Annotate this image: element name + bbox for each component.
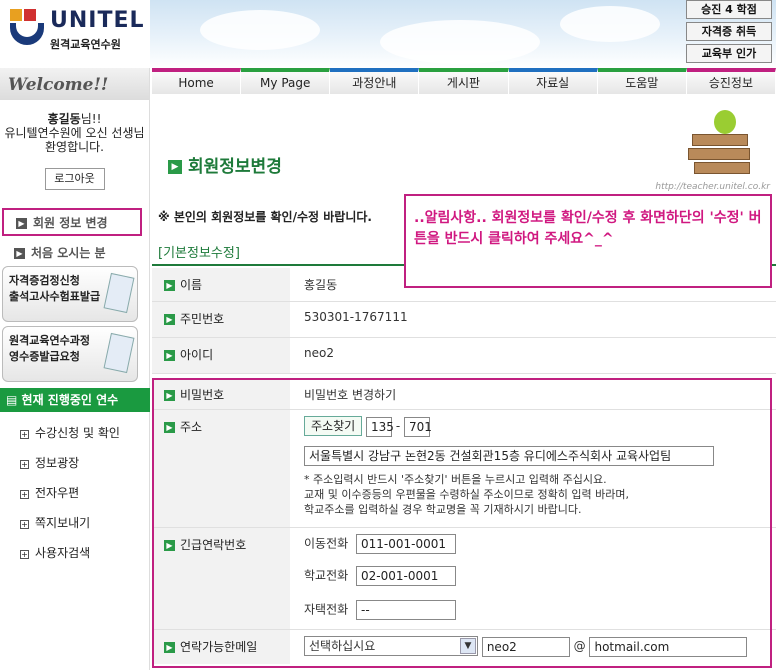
label-text: 이름 [180, 278, 203, 292]
course-label: 정보광장 [35, 456, 80, 470]
nav-help[interactable]: 도움말 [597, 68, 687, 94]
greeting: 홍길동님!! 유니텔연수원에 오신 선생님 환영합니다. [0, 100, 149, 154]
course-link-message[interactable]: + 쪽지보내기 [20, 514, 90, 531]
sidebar-item-label: 회원 정보 변경 [33, 216, 108, 230]
plus-icon: + [20, 460, 29, 469]
cloud-decoration [200, 10, 320, 50]
id-value: neo2 [304, 346, 334, 360]
plus-icon: + [20, 520, 29, 529]
nav-promotion-info[interactable]: 승진정보 [686, 68, 776, 94]
field-label: ▶ 아이디 [152, 338, 290, 373]
course-label: 전자우편 [35, 486, 80, 500]
logo-title: UNITEL [50, 8, 145, 33]
page-title-text: 회원정보변경 [188, 157, 282, 177]
site-url: http://teacher.unitel.co.kr [655, 182, 770, 192]
row-name: ▶ 이름 홍길동 [152, 268, 776, 302]
apple-icon [714, 110, 736, 134]
greeting-suffix: 님!! [80, 112, 102, 126]
plus-icon: + [20, 430, 29, 439]
logout-button[interactable]: 로그아웃 [44, 168, 105, 190]
badge-accredited: 교육부 인가 [686, 44, 772, 63]
sidebar-item-first-visit[interactable]: ▶ 처음 오시는 분 [2, 240, 142, 268]
arrow-icon: ▶ [164, 280, 175, 291]
course-link-enrollment[interactable]: + 수강신청 및 확인 [20, 424, 120, 441]
promo-certificate-exam[interactable]: 자격증검정신청 출석고사수험표발급 [2, 266, 138, 322]
label-text: 아이디 [180, 348, 214, 362]
course-label: 사용자검색 [35, 546, 91, 560]
course-label: 쪽지보내기 [35, 516, 91, 530]
badge-group: 승진 4 학점 자격증 취득 교육부 인가 [686, 0, 772, 66]
sidebar-item-label: 처음 오시는 분 [31, 246, 106, 260]
plus-icon: + [20, 550, 29, 559]
field-label: ▶ 이름 [152, 268, 290, 301]
row-ssn: ▶ 주민번호 530301-1767111 [152, 302, 776, 338]
promo-receipt-request[interactable]: 원격교육연수과정 영수증발급요청 [2, 326, 138, 382]
arrow-icon: ▶ [168, 160, 182, 174]
course-link-user-search[interactable]: + 사용자검색 [20, 544, 90, 561]
cloud-decoration [560, 6, 660, 42]
page-title: ▶ 회원정보변경 [168, 152, 282, 177]
row-id: ▶ 아이디 neo2 [152, 338, 776, 374]
logo-subtitle: 원격교육연수원 [50, 38, 121, 51]
notice-text: ※ 본인의 회원정보를 확인/수정 바랍니다. [158, 210, 372, 224]
top-banner: UNITEL 원격교육연수원 승진 4 학점 자격증 취득 교육부 인가 [0, 0, 776, 68]
badge-certificate: 자격증 취득 [686, 22, 772, 41]
user-name: 홍길동 [47, 112, 81, 126]
course-link-info-plaza[interactable]: + 정보광장 [20, 454, 79, 471]
field-label: ▶ 주민번호 [152, 302, 290, 337]
nav-board[interactable]: 게시판 [419, 68, 509, 94]
ssn-value: 530301-1767111 [304, 310, 408, 324]
logo[interactable]: UNITEL 원격교육연수원 [0, 0, 150, 68]
highlight-box [152, 378, 772, 668]
nav-courses[interactable]: 과정안내 [330, 68, 420, 94]
welcome-heading: Welcome!! [0, 68, 149, 100]
current-courses-header[interactable]: ▤ 현재 진행중인 연수 [0, 388, 150, 412]
cloud-decoration [380, 20, 540, 64]
sidebar-item-member-info[interactable]: ▶ 회원 정보 변경 [2, 208, 142, 236]
label-text: 주민번호 [180, 312, 225, 326]
sidebar: Welcome!! 홍길동님!! 유니텔연수원에 오신 선생님 환영합니다. 로… [0, 68, 150, 670]
main-content: ▶ 회원정보변경 http://teacher.unitel.co.kr ※ 본인… [152, 94, 776, 670]
course-link-email[interactable]: + 전자우편 [20, 484, 79, 501]
section-heading: [기본정보수정] [158, 246, 240, 261]
plus-icon: + [20, 490, 29, 499]
arrow-icon: ▶ [16, 218, 27, 229]
nav-home[interactable]: Home [152, 68, 242, 94]
page-header: ▶ 회원정보변경 http://teacher.unitel.co.kr [152, 94, 776, 192]
logo-mark-icon [10, 9, 46, 49]
course-label: 수강신청 및 확인 [35, 426, 120, 440]
greeting-text: 유니텔연수원에 오신 선생님 환영합니다. [4, 126, 145, 154]
arrow-icon: ▶ [164, 314, 175, 325]
current-courses-title: 현재 진행중인 연수 [21, 393, 119, 407]
book-icon: ▤ [6, 393, 18, 407]
arrow-icon: ▶ [164, 350, 175, 361]
badge-promotion: 승진 4 학점 [686, 0, 772, 19]
arrow-icon: ▶ [14, 248, 25, 259]
nav-mypage[interactable]: My Page [241, 68, 331, 94]
main-nav: Home My Page 과정안내 게시판 자료실 도움말 승진정보 [152, 68, 776, 94]
books-apple-illustration [684, 106, 754, 178]
nav-resources[interactable]: 자료실 [508, 68, 598, 94]
name-value: 홍길동 [304, 278, 338, 292]
